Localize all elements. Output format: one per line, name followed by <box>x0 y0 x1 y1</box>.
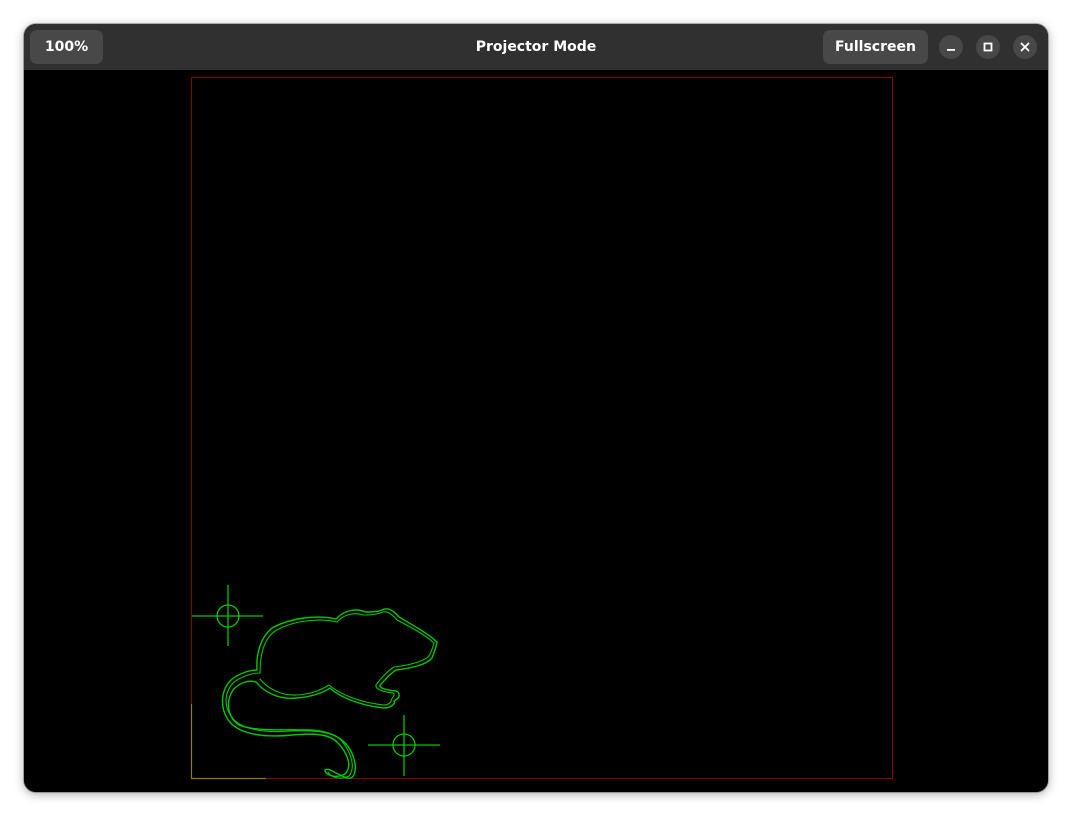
projector-window: 100% Projector Mode Fullscreen <box>24 24 1048 792</box>
projection-border <box>191 77 893 779</box>
projection-drawing <box>190 77 893 780</box>
close-button[interactable] <box>1013 35 1037 59</box>
registration-crosshair <box>192 585 263 646</box>
zoom-button[interactable]: 100% <box>30 30 103 64</box>
registration-crosshair <box>368 715 440 776</box>
fullscreen-button[interactable]: Fullscreen <box>823 30 928 64</box>
minimize-icon <box>947 49 955 51</box>
maximize-icon <box>983 42 993 52</box>
projection-canvas[interactable] <box>24 70 1048 792</box>
close-icon <box>1020 42 1030 52</box>
minimize-button[interactable] <box>939 35 963 59</box>
origin-marker <box>190 704 266 780</box>
rat-outline <box>221 608 438 779</box>
maximize-button[interactable] <box>976 35 1000 59</box>
title-bar[interactable]: 100% Projector Mode Fullscreen <box>24 24 1048 70</box>
